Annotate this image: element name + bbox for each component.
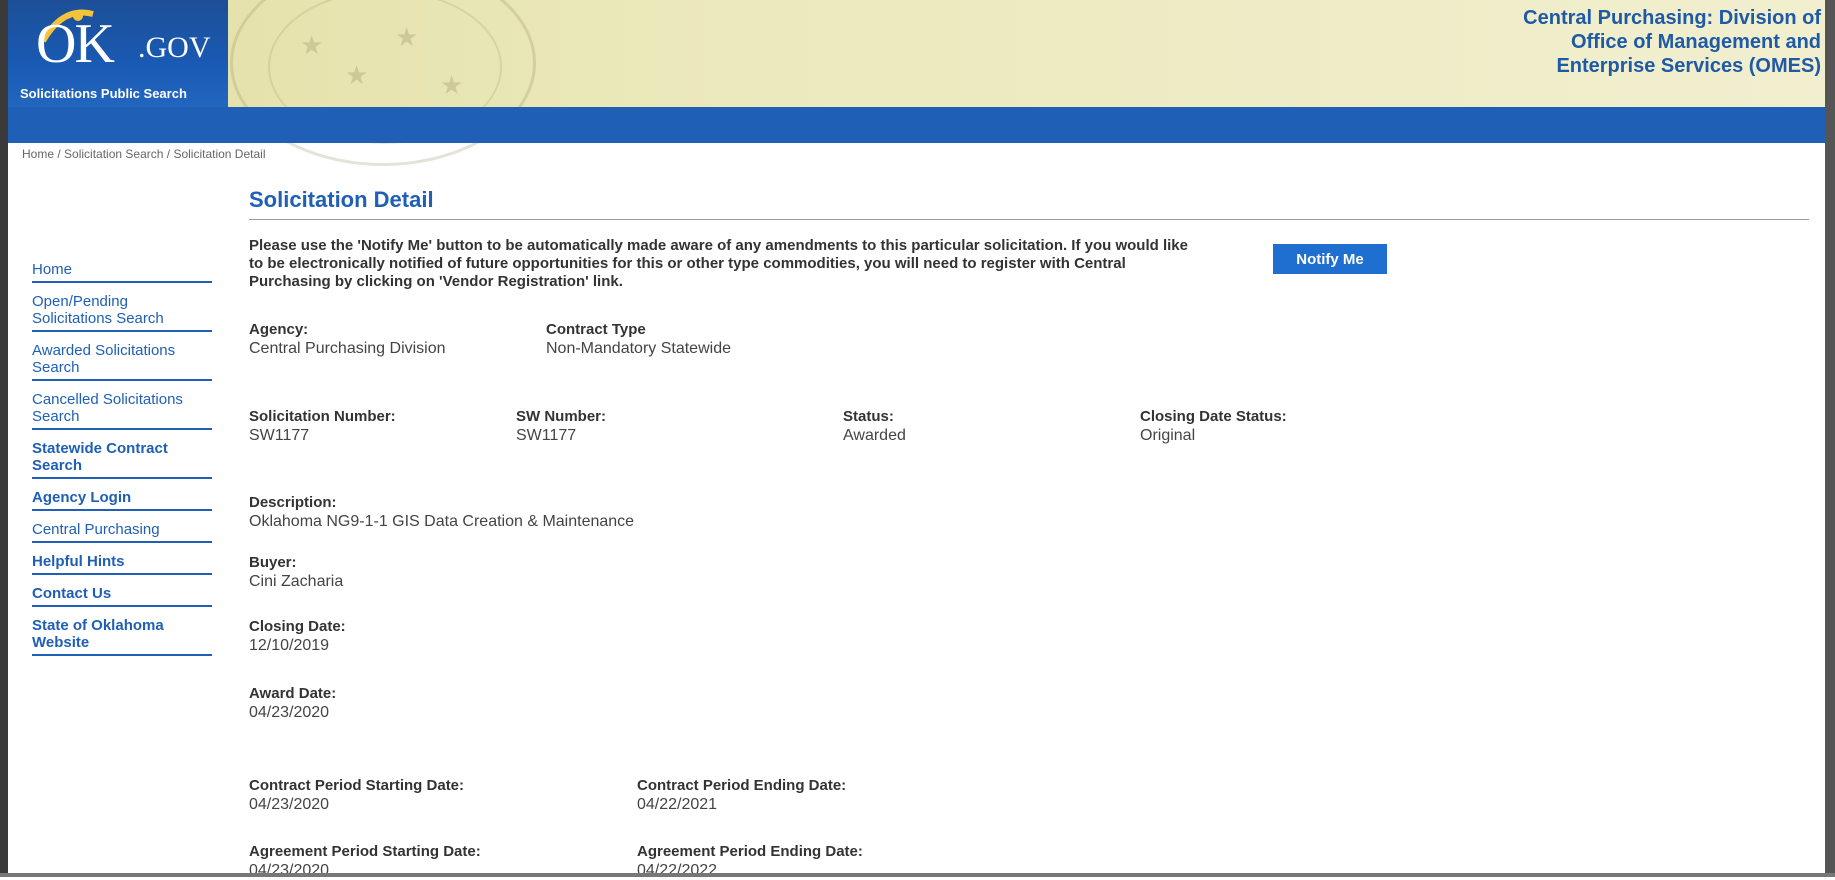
contract-type-label: Contract Type [546, 321, 646, 338]
nav-bar [0, 107, 1835, 143]
agreement-end-value: 04/22/2022 [637, 862, 718, 879]
sidebar-item-central-purchasing[interactable]: Central Purchasing [32, 517, 212, 543]
sw-number-field: SW Number: SW1177 [516, 407, 606, 445]
sidebar-item-helpful-hints[interactable]: Helpful Hints [32, 549, 212, 575]
agency-title-line: Office of Management and [1570, 31, 1821, 53]
sidebar-item-agency-login[interactable]: Agency Login [32, 485, 212, 511]
breadcrumb-separator: / [163, 147, 174, 161]
logo-gov-text: .GOV [138, 31, 211, 64]
description-label: Description: [249, 494, 337, 511]
contract-end-field: Contract Period Ending Date: 04/22/2021 [637, 776, 846, 814]
status-field: Status: Awarded [843, 407, 906, 445]
notify-me-button[interactable]: Notify Me [1273, 244, 1387, 274]
buyer-label: Buyer: [249, 554, 297, 571]
contract-end-value: 04/22/2021 [637, 796, 718, 813]
description-value: Oklahoma NG9-1-1 GIS Data Creation & Mai… [249, 513, 635, 530]
breadcrumb-separator: / [54, 147, 65, 161]
buyer-field: Buyer: Cini Zacharia [249, 553, 343, 591]
sw-number-label: SW Number: [516, 408, 606, 425]
agency-field: Agency: Central Purchasing Division [249, 320, 446, 358]
contract-type-value: Non-Mandatory Statewide [546, 340, 731, 357]
status-label: Status: [843, 408, 894, 425]
agreement-start-value: 04/23/2020 [249, 862, 330, 879]
solicitation-number-field: Solicitation Number: SW1177 [249, 407, 396, 445]
notify-notice-text: Please use the 'Notify Me' button to be … [249, 237, 1188, 290]
solicitation-number-label: Solicitation Number: [249, 408, 396, 425]
sidebar-item-awarded-search[interactable]: Awarded Solicitations Search [32, 338, 212, 381]
main-content: Solicitation Detail Please use the 'Noti… [249, 187, 1809, 879]
agency-title-line: Central Purchasing: Division of [1523, 7, 1821, 29]
description-field: Description: Oklahoma NG9-1-1 GIS Data C… [249, 493, 634, 531]
star-icon: ★ [440, 70, 464, 100]
closing-date-field: Closing Date: 12/10/2019 [249, 617, 346, 655]
sidebar-item-open-pending-search[interactable]: Open/Pending Solicitations Search [32, 289, 212, 332]
ok-gov-logo[interactable]: OK .GOV Solicitations Public Search [8, 0, 228, 107]
sidebar-nav: Home Open/Pending Solicitations Search A… [32, 257, 212, 662]
breadcrumb: Home / Solicitation Search / Solicitatio… [22, 147, 265, 161]
award-date-label: Award Date: [249, 685, 337, 702]
contract-start-field: Contract Period Starting Date: 04/23/202… [249, 776, 464, 814]
agency-title: Central Purchasing: Division of Office o… [1401, 6, 1821, 78]
closing-date-value: 12/10/2019 [249, 637, 330, 654]
logo-subtitle: Solicitations Public Search [20, 86, 187, 101]
sidebar-item-contact-us[interactable]: Contact Us [32, 581, 212, 607]
sidebar-item-cancelled-search[interactable]: Cancelled Solicitations Search [32, 387, 212, 430]
closing-date-status-field: Closing Date Status: Original [1140, 407, 1287, 445]
star-icon: ★ [300, 30, 324, 60]
agency-label: Agency: [249, 321, 309, 338]
window-frame-right [1825, 0, 1835, 877]
sidebar-item-home[interactable]: Home [32, 257, 212, 283]
sidebar-item-statewide-contract-search[interactable]: Statewide Contract Search [32, 436, 212, 479]
award-date-value: 04/23/2020 [249, 704, 330, 721]
sidebar-item-state-website[interactable]: State of Oklahoma Website [32, 613, 212, 656]
closing-date-label: Closing Date: [249, 618, 346, 635]
contract-type-field: Contract Type Non-Mandatory Statewide [546, 320, 731, 358]
buyer-value: Cini Zacharia [249, 573, 344, 590]
agency-title-line: Enterprise Services (OMES) [1556, 55, 1821, 77]
status-value: Awarded [843, 427, 906, 444]
star-icon: ★ [345, 60, 369, 90]
agreement-end-label: Agreement Period Ending Date: [637, 843, 863, 860]
sw-number-value: SW1177 [516, 427, 577, 444]
breadcrumb-home[interactable]: Home [22, 147, 54, 161]
window-frame-left [0, 0, 8, 877]
contract-start-value: 04/23/2020 [249, 796, 330, 813]
star-icon: ★ [395, 22, 419, 52]
contract-end-label: Contract Period Ending Date: [637, 777, 847, 794]
window-frame-bottom [0, 873, 1835, 877]
solicitation-number-value: SW1177 [249, 427, 310, 444]
logo-ok-text: OK [36, 13, 115, 75]
award-date-field: Award Date: 04/23/2020 [249, 684, 336, 722]
closing-date-status-label: Closing Date Status: [1140, 408, 1287, 425]
page-title: Solicitation Detail [249, 187, 1809, 220]
page-header: ★ ★ ★ ★ OK .GOV Solicitations Public Sea… [0, 0, 1835, 166]
closing-date-status-value: Original [1140, 427, 1196, 444]
breadcrumb-current: Solicitation Detail [173, 147, 266, 161]
agreement-start-label: Agreement Period Starting Date: [249, 843, 481, 860]
agency-value: Central Purchasing Division [249, 340, 446, 357]
breadcrumb-solicitation-search[interactable]: Solicitation Search [64, 147, 163, 161]
contract-start-label: Contract Period Starting Date: [249, 777, 465, 794]
